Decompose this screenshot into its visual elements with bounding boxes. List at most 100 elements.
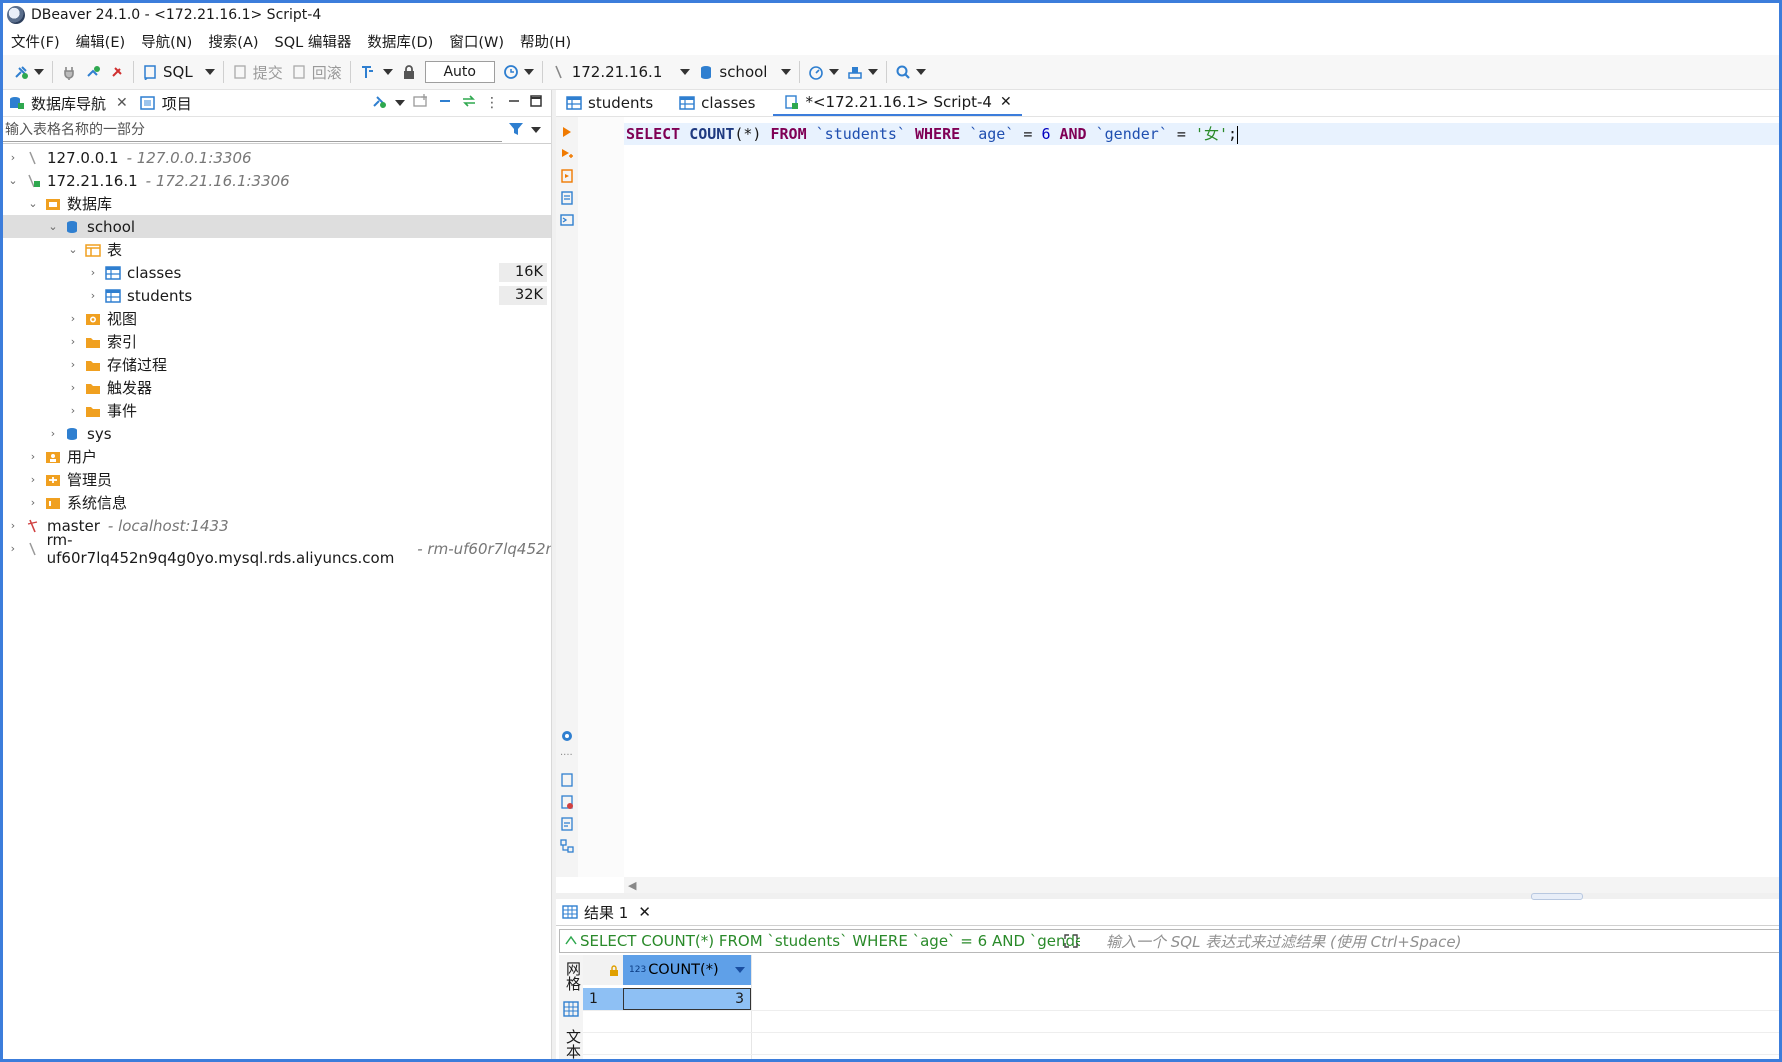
chevron-down-icon[interactable] — [382, 69, 393, 75]
export-icon[interactable] — [560, 773, 574, 787]
menu-file[interactable]: 文件(F) — [3, 31, 68, 52]
tree-item-views[interactable]: › 视图 — [3, 307, 551, 330]
close-icon[interactable]: ✕ — [1000, 94, 1012, 110]
transaction-mode-field[interactable]: Auto — [424, 61, 495, 83]
chevron-right-icon[interactable]: › — [7, 519, 19, 532]
settings-gear-icon[interactable] — [560, 729, 574, 743]
tree-item-triggers[interactable]: › 触发器 — [3, 376, 551, 399]
chevron-down-icon[interactable]: ⌄ — [27, 197, 39, 210]
tools-button[interactable] — [843, 58, 882, 86]
link-editor-icon[interactable] — [461, 93, 477, 113]
outline-icon[interactable] — [560, 839, 574, 853]
table-filter-input[interactable] — [3, 118, 502, 142]
sql-editor-button[interactable]: SQL — [138, 58, 219, 86]
explain-plan-icon[interactable] — [560, 191, 574, 205]
tab-database-navigator[interactable]: 数据库导航 ✕ — [3, 90, 134, 116]
menu-sql-editor[interactable]: SQL 编辑器 — [267, 31, 360, 52]
chevron-down-icon[interactable] — [781, 69, 792, 75]
sort-dropdown-icon[interactable] — [735, 967, 745, 973]
invalidate-reconnect-button[interactable] — [81, 58, 105, 86]
tab-projects[interactable]: 项目 — [134, 90, 198, 116]
menu-navigate[interactable]: 导航(N) — [133, 31, 200, 52]
filter-icon[interactable] — [508, 121, 524, 141]
rollback-button[interactable]: 回滚 — [287, 58, 346, 86]
tree-item-system-info[interactable]: › 系统信息 — [3, 491, 551, 514]
lock-button[interactable] — [397, 58, 421, 86]
chevron-down-icon[interactable] — [395, 100, 405, 106]
new-connection-button[interactable] — [9, 58, 48, 86]
tree-item-table-students[interactable]: › students 32K — [3, 284, 551, 307]
tree-item-procedures[interactable]: › 存储过程 — [3, 353, 551, 376]
chevron-down-icon[interactable] — [204, 69, 215, 75]
scroll-left-icon[interactable]: ◀ — [628, 879, 636, 892]
editor-horizontal-scrollbar[interactable]: ◀ — [624, 877, 1779, 893]
active-schema-selector[interactable]: school — [694, 58, 795, 86]
chevron-right-icon[interactable]: › — [27, 450, 39, 463]
chevron-right-icon[interactable]: › — [67, 335, 79, 348]
chevron-down-icon[interactable] — [34, 69, 44, 75]
menu-window[interactable]: 窗口(W) — [441, 31, 512, 52]
chevron-down-icon[interactable]: ⌄ — [67, 243, 79, 256]
tree-item-school[interactable]: ⌄ school — [3, 215, 551, 238]
menu-edit[interactable]: 编辑(E) — [68, 31, 133, 52]
tree-item-conn-172[interactable]: ⌄ 172.21.16.1 - 172.21.16.1:3306 — [3, 169, 551, 192]
chevron-down-icon[interactable]: ⌄ — [47, 220, 59, 233]
column-header-count[interactable]: 123 COUNT(*) — [623, 955, 751, 985]
tree-item-tables[interactable]: ⌄ 表 — [3, 238, 551, 261]
tree-item-sys[interactable]: › sys — [3, 422, 551, 445]
chevron-right-icon[interactable]: › — [67, 404, 79, 417]
tree-item-databases[interactable]: ⌄ 数据库 — [3, 192, 551, 215]
connect-button[interactable] — [57, 58, 81, 86]
disconnect-button[interactable] — [105, 58, 129, 86]
chevron-right-icon[interactable]: › — [67, 312, 79, 325]
tree-item-administer[interactable]: › 管理员 — [3, 468, 551, 491]
tab-result-1[interactable]: 结果 1 ✕ — [556, 899, 657, 925]
terminal-icon[interactable] — [560, 213, 574, 227]
tree-item-conn-rds[interactable]: › rm-uf60r7lq452n9q4g0yo.mysql.rds.aliyu… — [3, 531, 551, 567]
row-number[interactable]: 1 — [583, 988, 623, 1010]
tree-item-events[interactable]: › 事件 — [3, 399, 551, 422]
menu-help[interactable]: 帮助(H) — [512, 31, 579, 52]
grid-view-toggle[interactable]: 网格 — [563, 961, 584, 991]
more-icon[interactable]: ···· — [560, 751, 574, 765]
chevron-down-icon[interactable] — [916, 69, 927, 75]
collapse-all-icon[interactable] — [437, 93, 453, 113]
new-connection-icon[interactable] — [371, 93, 387, 113]
chevron-right-icon[interactable]: › — [27, 473, 39, 486]
chevron-right-icon[interactable]: › — [67, 358, 79, 371]
transaction-mode-button[interactable] — [355, 58, 397, 86]
tree-item-conn-127[interactable]: › 127.0.0.1 - 127.0.0.1:3306 — [3, 146, 551, 169]
dashboard-button[interactable] — [804, 58, 843, 86]
menu-search[interactable]: 搜索(A) — [200, 31, 266, 52]
search-button[interactable] — [891, 58, 930, 86]
maximize-icon[interactable] — [529, 94, 543, 112]
chevron-down-icon[interactable] — [868, 69, 879, 75]
chevron-right-icon[interactable]: › — [7, 151, 19, 164]
chevron-down-icon[interactable]: ⌄ — [7, 174, 19, 187]
format-icon[interactable] — [560, 817, 574, 831]
chevron-right-icon[interactable]: › — [87, 289, 99, 302]
commit-button[interactable]: 提交 — [228, 58, 287, 86]
grid-corner[interactable] — [583, 955, 624, 985]
results-filter-input[interactable]: 输入一个 SQL 表达式来过滤结果 (使用 Ctrl+Space) — [1106, 931, 1461, 952]
tree-item-indexes[interactable]: › 索引 — [3, 330, 551, 353]
tab-script-4[interactable]: *<172.21.16.1> Script-4 ✕ — [773, 90, 1022, 116]
minimize-icon[interactable] — [507, 94, 521, 112]
result-cell[interactable]: 3 — [623, 988, 751, 1010]
import-icon[interactable] — [560, 795, 574, 809]
tree-item-table-classes[interactable]: › classes 16K — [3, 261, 551, 284]
grid-view-icon[interactable] — [563, 1001, 579, 1021]
new-folder-icon[interactable] — [413, 93, 429, 113]
text-view-toggle[interactable]: 文本 — [563, 1029, 584, 1059]
tab-students[interactable]: students — [556, 90, 663, 116]
close-icon[interactable]: ✕ — [116, 95, 128, 111]
execute-new-tab-icon[interactable] — [560, 147, 574, 161]
chevron-right-icon[interactable]: › — [7, 542, 19, 555]
execute-script-icon[interactable] — [560, 169, 574, 183]
chevron-right-icon[interactable]: › — [67, 381, 79, 394]
tab-classes[interactable]: classes — [669, 90, 765, 116]
sql-statement[interactable]: SELECT COUNT(*) FROM `students` WHERE `a… — [626, 123, 1239, 145]
active-connection-selector[interactable]: 172.21.16.1 — [547, 58, 695, 86]
history-button[interactable] — [499, 58, 538, 86]
table-row[interactable]: 1 3 — [583, 988, 1779, 1010]
